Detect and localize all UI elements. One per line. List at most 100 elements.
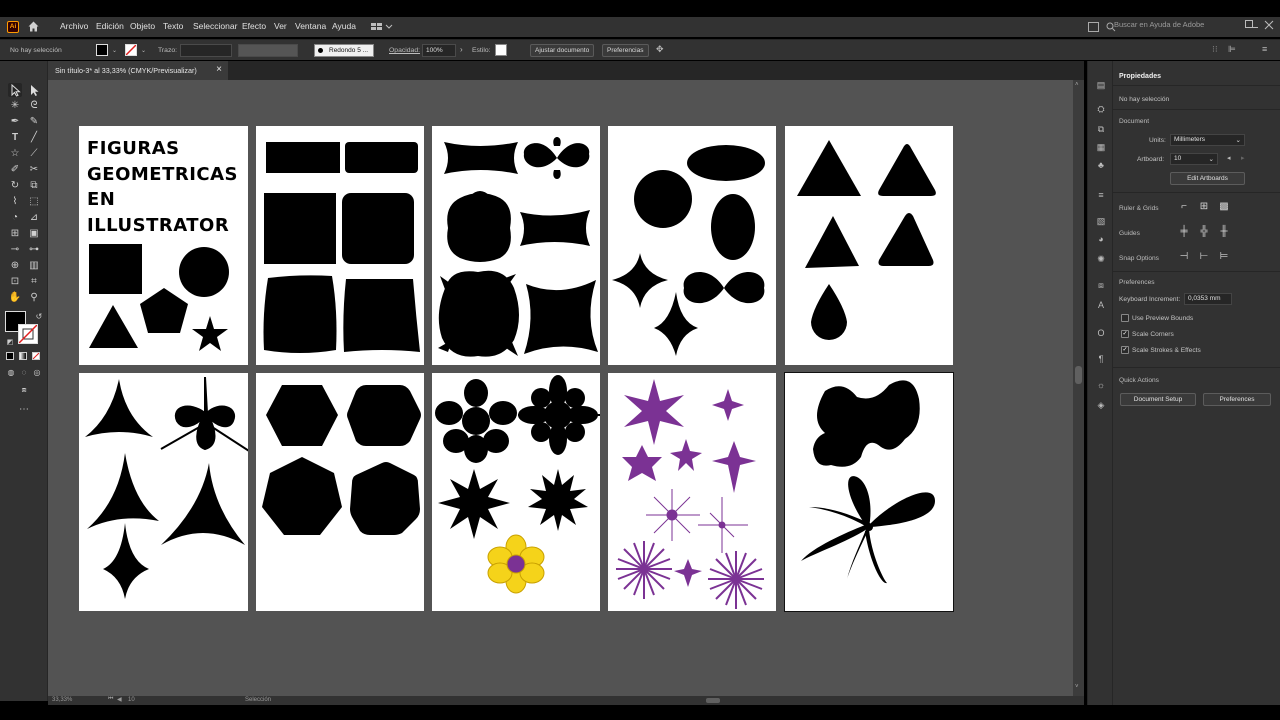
purple-star-shape[interactable] (674, 559, 702, 587)
four-point-star-shape[interactable] (103, 523, 149, 599)
shape-builder-icon[interactable]: ◔ (8, 211, 22, 225)
pen-tool-icon[interactable]: ✒ (8, 115, 22, 129)
draw-behind-icon[interactable]: ◌ (17, 366, 31, 380)
character-icon[interactable]: A (1095, 299, 1107, 311)
bloated-square-shape[interactable] (438, 270, 519, 357)
brushes-icon[interactable]: ♣ (1095, 159, 1107, 171)
artboard-10[interactable] (784, 372, 954, 612)
variable-width-field[interactable] (238, 44, 298, 57)
rotate-tool-icon[interactable]: ↻ (8, 179, 22, 193)
eyedropper-icon[interactable]: ⊸ (8, 243, 22, 257)
chevron-right-icon[interactable]: › (460, 45, 463, 54)
artboard-3[interactable] (432, 126, 600, 365)
rounded-triangle-shape[interactable] (878, 213, 934, 266)
artboard-4[interactable] (608, 126, 776, 365)
perspective-grid-icon[interactable]: ⊿ (27, 211, 41, 225)
sparkle-shape[interactable] (646, 489, 700, 541)
restore-button[interactable] (1245, 20, 1253, 28)
bowtie-shape[interactable] (683, 272, 765, 304)
paintbrush-icon[interactable]: ⟋ (27, 147, 41, 161)
purple-star-shape[interactable] (670, 439, 702, 471)
flower-shape[interactable] (435, 379, 517, 463)
starburst-shape[interactable] (438, 469, 510, 539)
pinched-rectangle-shape[interactable] (444, 142, 518, 174)
smart-guides-icon[interactable]: ╫ (1218, 226, 1230, 238)
use-preview-bounds-checkbox[interactable] (1121, 314, 1129, 322)
hand-tool-icon[interactable]: ✋ (8, 291, 22, 305)
adjust-document-button[interactable]: Ajustar documento (530, 44, 595, 57)
artboard-7[interactable] (256, 373, 424, 611)
curvature-tool-icon[interactable]: ✎ (27, 115, 41, 129)
line-tool-icon[interactable]: ╱ (27, 131, 41, 145)
default-colors-icon[interactable]: ◩ (3, 336, 17, 350)
purple-star-shape[interactable] (712, 389, 744, 421)
style-swatch[interactable] (495, 44, 507, 56)
slice-tool-icon[interactable]: ⌗ (27, 275, 41, 289)
lock-guides-icon[interactable]: ╬ (1198, 226, 1210, 238)
ellipse-shape[interactable] (687, 145, 765, 181)
stroke-weight-field[interactable] (180, 44, 232, 57)
preferences-panel-button[interactable]: Preferences (1203, 393, 1271, 406)
spiky-flower-shape[interactable] (518, 375, 600, 455)
next-artboard-icon[interactable]: ▸ (1241, 154, 1245, 162)
help-search-input[interactable]: Buscar en Ayuda de Adobe (1114, 20, 1242, 34)
menu-texto[interactable]: Texto (163, 21, 183, 31)
snap-to-point-icon[interactable]: ⊣ (1178, 251, 1190, 263)
close-tab-icon[interactable]: × (216, 64, 222, 75)
star-tool-icon[interactable]: ☆ (8, 147, 22, 161)
triangle-shape[interactable] (797, 140, 861, 196)
snap-to-pixel-icon[interactable]: ⊨ (1218, 251, 1230, 263)
purple-star-shape[interactable] (712, 441, 756, 493)
first-artboard-icon[interactable]: ⏮ (108, 696, 113, 703)
rounded-hexagon-shape[interactable] (347, 385, 421, 446)
workspace-switcher-icon[interactable] (371, 22, 393, 32)
preferences-button[interactable]: Preferencias (602, 44, 649, 57)
stroke-panel-icon[interactable]: ☼ (1095, 379, 1107, 391)
horizontal-scroll-thumb[interactable] (706, 698, 720, 703)
layers-panel-icon[interactable]: ⧉ (1095, 123, 1107, 135)
artboard-5[interactable] (785, 126, 953, 365)
flower-propeller-shape[interactable] (160, 376, 248, 452)
distorted-square-shape[interactable] (263, 275, 337, 353)
column-graph-icon[interactable]: ▥ (27, 259, 41, 273)
stroke-swatch[interactable] (125, 44, 137, 56)
align-left-icon[interactable]: ⊫ (1228, 44, 1242, 56)
transform-icon[interactable]: ⧈ (1095, 279, 1107, 291)
burst-flower-shape[interactable] (708, 551, 764, 609)
purple-star-shape[interactable] (622, 445, 662, 481)
chevron-down-icon[interactable]: ⌄ (141, 47, 146, 54)
direct-selection-tool-icon[interactable] (27, 83, 41, 97)
teardrop-shape[interactable] (811, 284, 847, 340)
curved-triangle-shape[interactable] (161, 463, 245, 545)
menu-objeto[interactable]: Objeto (130, 21, 155, 31)
properties-icon[interactable]: ▤ (1095, 79, 1107, 91)
burst-flower-shape[interactable] (616, 541, 672, 599)
scale-tool-icon[interactable]: ⧉ (27, 179, 41, 193)
brush-definition[interactable]: Redondo 5 ... (314, 44, 374, 57)
keyboard-increment-field[interactable]: 0,0353 mm (1184, 293, 1232, 305)
properties-tab[interactable]: Propiedades (1113, 69, 1280, 86)
blend-tool-icon[interactable]: ⊶ (27, 243, 41, 257)
vertical-ellipse-shape[interactable] (711, 194, 755, 260)
vertical-scrollbar[interactable]: ˄ ˅ (1073, 80, 1084, 696)
artboard-8[interactable] (432, 373, 600, 611)
panel-toggle-icon[interactable] (1088, 22, 1099, 32)
menu-archivo[interactable]: Archivo (60, 21, 88, 31)
scroll-up-icon[interactable]: ˄ (1075, 82, 1079, 88)
menu-efecto[interactable]: Efecto (242, 21, 266, 31)
magic-wand-icon[interactable]: ✳ (8, 99, 22, 113)
menu-ayuda[interactable]: Ayuda (332, 21, 356, 31)
lasso-icon[interactable]: ᘓ (27, 99, 41, 113)
purple-star-shape[interactable] (624, 379, 684, 445)
triangle-shape[interactable] (805, 216, 859, 268)
transparency-grid-icon[interactable]: ▩ (1218, 201, 1230, 213)
swatches-icon[interactable]: ▧ (1095, 215, 1107, 227)
gradient-tool-icon[interactable]: ▣ (27, 227, 41, 241)
swap-colors-icon[interactable]: ↺ (32, 310, 46, 324)
hexagon-shape[interactable] (266, 385, 338, 446)
opacity-field[interactable]: 100% (422, 44, 456, 57)
align-icon[interactable]: ⁝⁝ (1212, 44, 1222, 56)
draw-inside-icon[interactable]: ◎ (30, 366, 44, 380)
circle-shape[interactable] (634, 170, 692, 228)
units-dropdown[interactable]: Millimeters ⌄ (1170, 134, 1245, 146)
